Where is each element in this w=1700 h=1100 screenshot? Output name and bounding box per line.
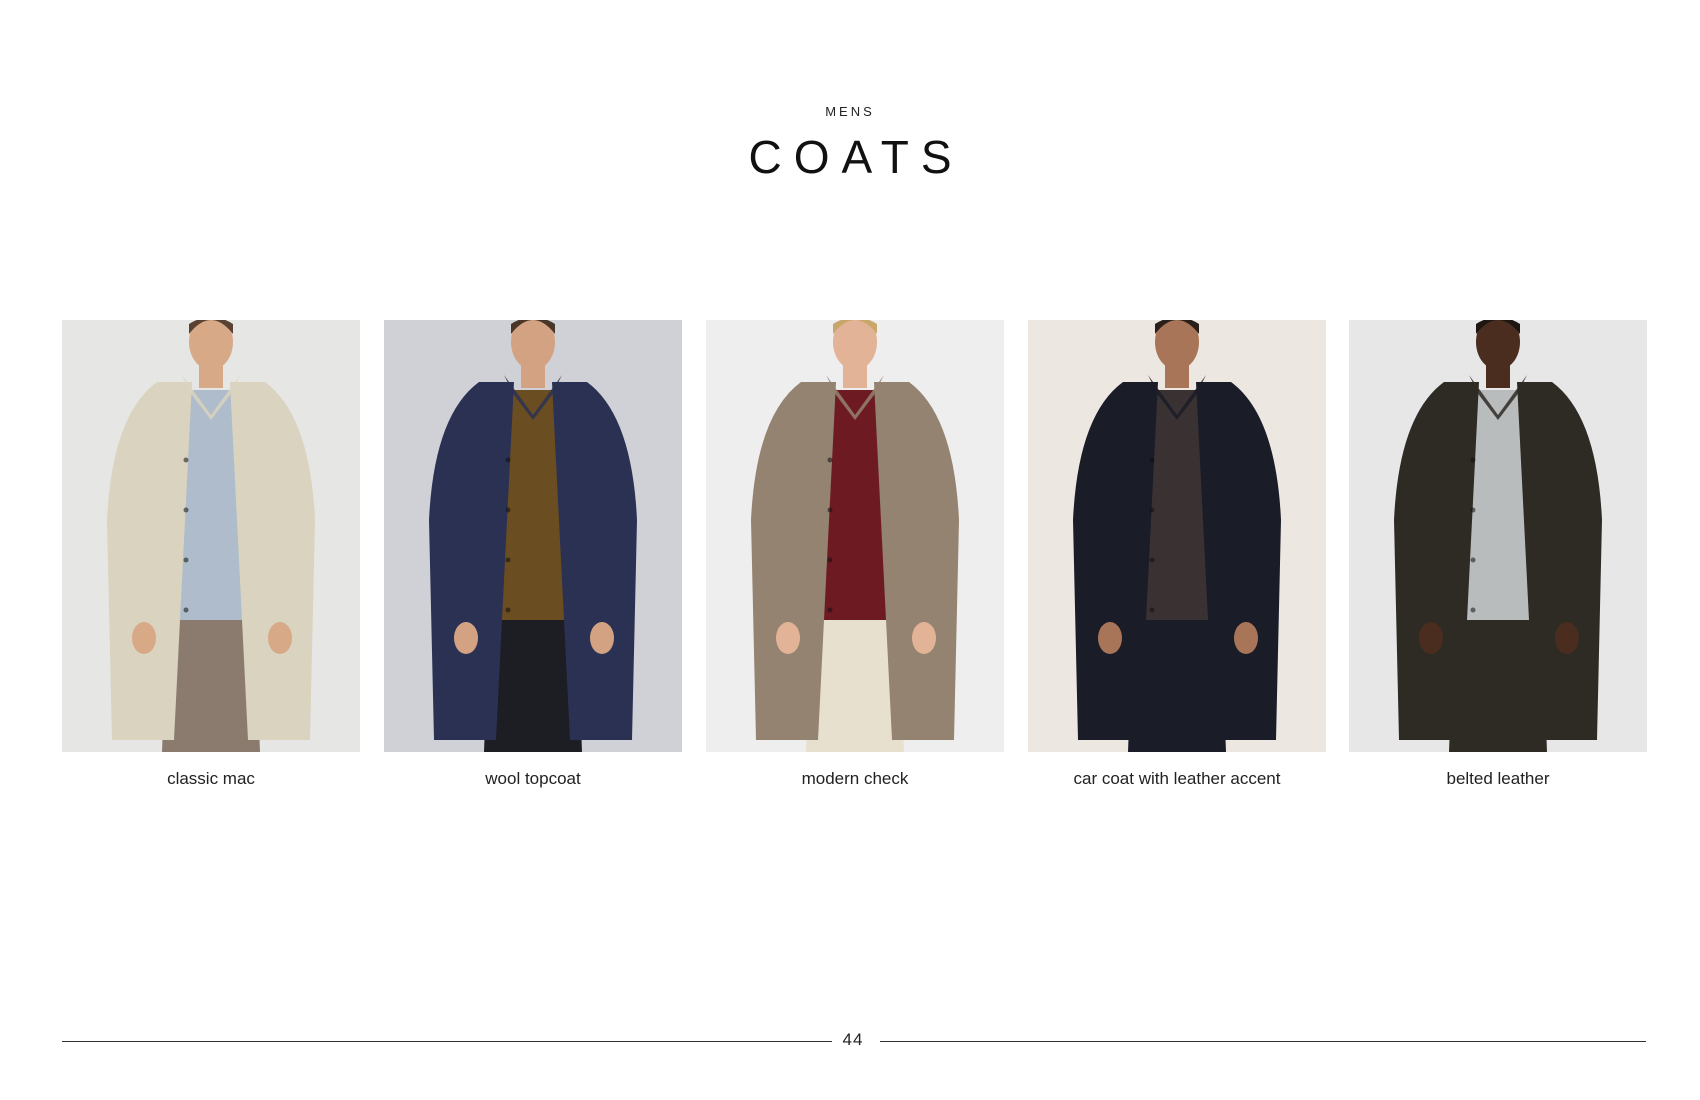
product-card-car-coat[interactable]: car coat with leather accent	[1028, 320, 1326, 789]
model-left-hand	[1098, 622, 1122, 654]
product-caption: modern check	[801, 769, 909, 788]
coat-button	[505, 507, 511, 513]
coat-button	[183, 607, 189, 613]
man-in-belted-leather-jacket	[1349, 320, 1647, 752]
coat-button	[1149, 607, 1155, 613]
page-title: COATS	[748, 131, 964, 183]
model-right-hand	[590, 622, 614, 654]
product-caption: belted leather	[1446, 769, 1550, 788]
product-photo[interactable]	[1028, 320, 1326, 752]
model-left-hand	[1419, 622, 1443, 654]
section-eyebrow: MENS	[825, 104, 875, 119]
coat-button	[1470, 557, 1476, 563]
product-card-belted-leather[interactable]: belted leather	[1349, 320, 1647, 789]
model-left-hand	[454, 622, 478, 654]
product-caption: classic mac	[167, 769, 255, 788]
product-photo[interactable]	[384, 320, 682, 752]
product-photo[interactable]	[62, 320, 360, 752]
coat-button	[505, 457, 511, 463]
man-in-navy-wool-topcoat	[384, 320, 682, 752]
coat-button	[827, 507, 833, 513]
man-in-beige-mac-coat	[62, 320, 360, 752]
man-in-check-coat	[706, 320, 1004, 752]
product-photo[interactable]	[1349, 320, 1647, 752]
coat-button	[505, 607, 511, 613]
model-right-hand	[268, 622, 292, 654]
page-number: 44	[842, 1030, 864, 1049]
coat-button	[183, 457, 189, 463]
coat-button	[1470, 457, 1476, 463]
man-in-black-car-coat	[1028, 320, 1326, 752]
coat-button	[183, 507, 189, 513]
coat-button	[827, 457, 833, 463]
model-right-hand	[912, 622, 936, 654]
footer-rule-right	[880, 1041, 1646, 1042]
product-caption: wool topcoat	[485, 769, 581, 788]
footer-rule-left	[62, 1041, 832, 1042]
product-photo[interactable]	[706, 320, 1004, 752]
coat-button	[1149, 557, 1155, 563]
coat-button	[505, 557, 511, 563]
coat-button	[1470, 607, 1476, 613]
coat-button	[183, 557, 189, 563]
coat-button	[827, 557, 833, 563]
coat-button	[1149, 457, 1155, 463]
coat-button	[1470, 507, 1476, 513]
coat-button	[827, 607, 833, 613]
model-right-hand	[1555, 622, 1579, 654]
model-left-hand	[132, 622, 156, 654]
model-left-hand	[776, 622, 800, 654]
product-card-classic-mac[interactable]: classic mac	[62, 320, 360, 789]
coat-button	[1149, 507, 1155, 513]
model-right-hand	[1234, 622, 1258, 654]
catalog-page: MENS COATS classic mac wool topcoat mode…	[0, 0, 1700, 1100]
product-caption: car coat with leather accent	[1073, 769, 1281, 788]
product-card-wool-topcoat[interactable]: wool topcoat	[384, 320, 682, 789]
product-card-modern-check[interactable]: modern check	[706, 320, 1004, 789]
